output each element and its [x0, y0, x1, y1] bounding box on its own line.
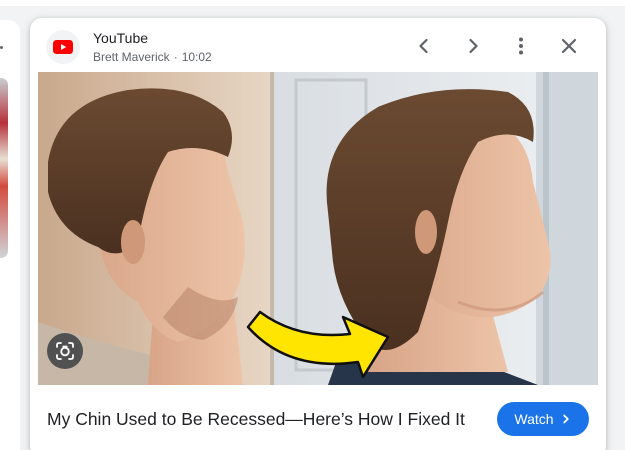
meta-separator: · [173, 50, 178, 64]
chevron-right-icon [560, 413, 572, 425]
page: YouTube Brett Maverick · 10:02 My Chin U… [0, 0, 625, 450]
video-duration: 10:02 [181, 50, 212, 64]
search-image-button[interactable] [47, 333, 83, 369]
background-top-bar [0, 0, 625, 6]
previous-result-button[interactable] [408, 30, 440, 62]
background-result-card-lower[interactable] [0, 326, 10, 450]
more-vert-icon [519, 37, 523, 55]
google-lens-icon [56, 342, 74, 360]
chevron-right-icon [469, 38, 478, 54]
chevron-left-icon [419, 38, 428, 54]
preview-header: YouTube Brett Maverick · 10:02 [30, 18, 606, 74]
watch-button-label: Watch [514, 411, 554, 427]
thumbnail-scene [38, 72, 598, 385]
close-icon [561, 38, 577, 54]
watch-button[interactable]: Watch [497, 402, 589, 436]
video-author: Brett Maverick [93, 50, 170, 64]
close-preview-button[interactable] [553, 30, 585, 62]
video-title[interactable]: My Chin Used to Be Recessed—Here’s How I… [47, 409, 465, 430]
video-meta: Brett Maverick · 10:02 [93, 50, 212, 64]
background-text-fragment [0, 46, 3, 49]
next-result-button[interactable] [457, 30, 489, 62]
more-options-button[interactable] [505, 30, 537, 62]
youtube-logo-icon [46, 30, 80, 64]
source-site-name[interactable]: YouTube [93, 30, 148, 46]
video-thumbnail-image[interactable] [38, 72, 598, 385]
background-result-thumbnail[interactable] [0, 78, 8, 258]
image-preview-panel: YouTube Brett Maverick · 10:02 My Chin U… [30, 18, 606, 450]
